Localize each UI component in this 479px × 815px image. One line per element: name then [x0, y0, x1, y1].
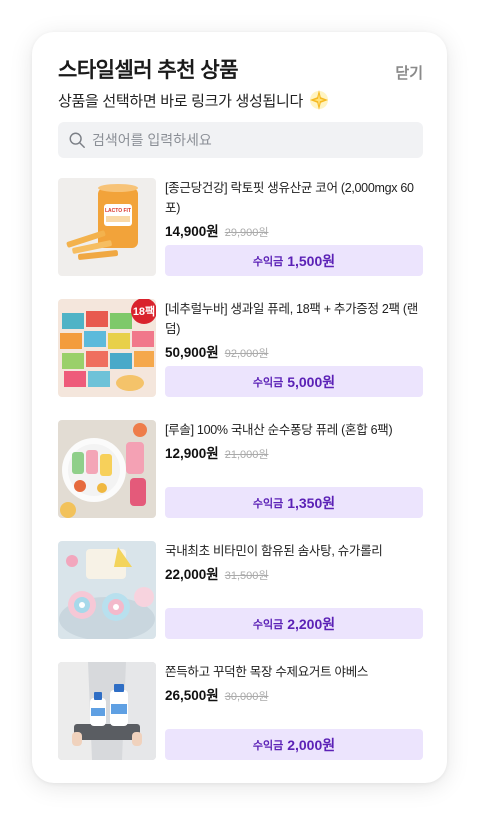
product-thumbnail[interactable]: [58, 420, 156, 518]
price-row: 26,500원 30,000원: [165, 684, 423, 704]
earnings-button[interactable]: 수익금 2,200원: [165, 608, 423, 639]
product-name: [종근당건강] 락토핏 생유산균 코어 (2,000mgx 60포): [165, 181, 414, 215]
product-name: [네추럴누바] 생과일 퓨레, 18팩 + 추가증정 2팩 (랜덤): [165, 302, 418, 336]
earnings-label: 수익금: [252, 376, 284, 389]
earnings-label: 수익금: [252, 618, 284, 631]
product-info: [네추럴누바] 생과일 퓨레, 18팩 + 추가증정 2팩 (랜덤) 50,90…: [165, 299, 423, 397]
search-input[interactable]: [92, 132, 412, 148]
product-thumbnail[interactable]: LACTO FIT: [58, 178, 156, 276]
earnings-label: 수익금: [252, 739, 284, 752]
product-price: 12,900원: [165, 446, 219, 461]
product-thumbnail[interactable]: [58, 662, 156, 760]
earnings-amount: 2,000원: [287, 736, 336, 753]
product-price: 26,500원: [165, 688, 219, 703]
recommend-modal: 스타일셀러 추천 상품 닫기 상품을 선택하면 바로 링크가 생성됩니다 검색어…: [32, 32, 447, 783]
search-icon: [69, 132, 85, 148]
earnings-amount: 5,000원: [287, 373, 336, 390]
original-price: 92,000원: [224, 348, 269, 360]
earnings-label: 수익금: [252, 255, 284, 268]
product-name: 쫀득하고 꾸덕한 목장 수제요거트 야베스: [165, 665, 369, 679]
thumb-badge-text: 18팩: [133, 304, 155, 318]
sparkle-icon: [309, 90, 328, 110]
original-price: 31,500원: [224, 570, 269, 582]
original-price: 29,900원: [224, 227, 269, 239]
thumb-brand-text: LACTO FIT: [105, 208, 131, 214]
modal-header: 스타일셀러 추천 상품 닫기: [58, 58, 423, 88]
price-row: 22,000원 31,500원: [165, 563, 423, 583]
price-row: 50,900원 92,000원: [165, 341, 423, 361]
product-thumbnail[interactable]: 18팩: [58, 299, 156, 397]
subtitle-text: 상품을 선택하면 바로 링크가 생성됩니다: [58, 92, 303, 110]
product-name: [루솔] 100% 국내산 순수퐁당 퓨레 (혼합 6팩): [165, 423, 393, 437]
earnings-amount: 1,350원: [287, 494, 336, 511]
search-bar: [58, 122, 423, 158]
product-price: 22,000원: [165, 567, 219, 582]
product-item[interactable]: LACTO FIT [종근당건강] 락토핏 생유산균 코어 (2,000mgx …: [58, 178, 423, 299]
modal-subtitle: 상품을 선택하면 바로 링크가 생성됩니다: [58, 88, 331, 112]
price-row: 12,900원 21,000원: [165, 442, 423, 462]
product-name: 국내최초 비타민이 함유된 솜사탕, 슈가롤리: [165, 544, 383, 558]
earnings-amount: 1,500원: [287, 252, 336, 269]
product-info: [루솔] 100% 국내산 순수퐁당 퓨레 (혼합 6팩) 12,900원 21…: [165, 420, 423, 518]
product-item[interactable]: [루솔] 100% 국내산 순수퐁당 퓨레 (혼합 6팩) 12,900원 21…: [58, 420, 423, 541]
modal-title: 스타일셀러 추천 상품: [58, 59, 239, 82]
product-thumbnail[interactable]: [58, 541, 156, 639]
earnings-button[interactable]: 수익금 5,000원: [165, 366, 423, 397]
product-info: 쫀득하고 꾸덕한 목장 수제요거트 야베스 26,500원 30,000원 수익…: [165, 662, 423, 760]
earnings-amount: 2,200원: [287, 615, 336, 632]
product-item[interactable]: 쫀득하고 꾸덕한 목장 수제요거트 야베스 26,500원 30,000원 수익…: [58, 662, 423, 783]
product-item[interactable]: 국내최초 비타민이 함유된 솜사탕, 슈가롤리 22,000원 31,500원 …: [58, 541, 423, 662]
product-price: 50,900원: [165, 345, 219, 360]
original-price: 30,000원: [224, 691, 269, 703]
original-price: 21,000원: [224, 449, 269, 461]
product-info: 국내최초 비타민이 함유된 솜사탕, 슈가롤리 22,000원 31,500원 …: [165, 541, 423, 639]
product-price: 14,900원: [165, 224, 219, 239]
earnings-label: 수익금: [252, 497, 284, 510]
earnings-button[interactable]: 수익금 2,000원: [165, 729, 423, 760]
earnings-button[interactable]: 수익금 1,350원: [165, 487, 423, 518]
close-button[interactable]: 닫기: [395, 62, 423, 83]
product-info: [종근당건강] 락토핏 생유산균 코어 (2,000mgx 60포) 14,90…: [165, 178, 423, 276]
price-row: 14,900원 29,900원: [165, 220, 423, 240]
earnings-button[interactable]: 수익금 1,500원: [165, 245, 423, 276]
product-list: LACTO FIT [종근당건강] 락토핏 생유산균 코어 (2,000mgx …: [58, 178, 423, 783]
product-item[interactable]: 18팩 [네추럴누바] 생과일 퓨레, 18팩 + 추가증정 2팩 (랜덤) 5…: [58, 299, 423, 420]
